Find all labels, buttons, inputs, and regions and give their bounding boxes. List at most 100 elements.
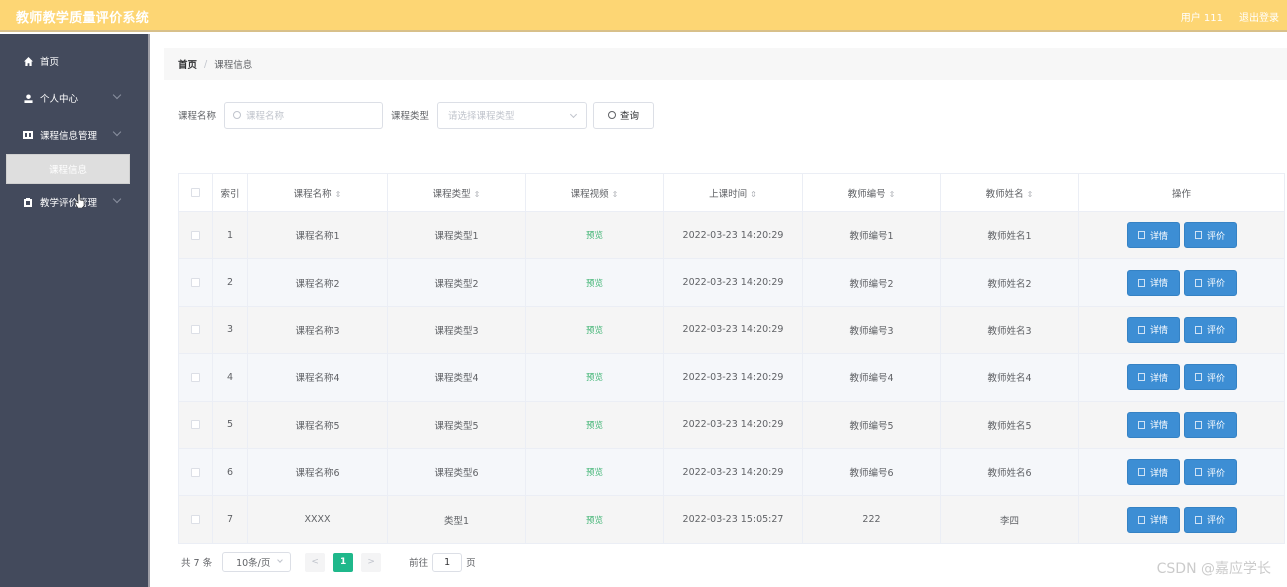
document-icon <box>1194 515 1202 524</box>
cell-course-video: 预览 <box>525 495 664 544</box>
preview-link[interactable]: 预览 <box>586 279 603 289</box>
column-header-actions: 操作 <box>1078 173 1285 212</box>
table-row: 2 课程名称2 课程类型2 预览 2022-03-23 14:20:29 教师编号2 教师姓… <box>178 258 1285 307</box>
evaluate-button[interactable]: 评价 <box>1183 316 1237 343</box>
breadcrumb-home[interactable]: 首页 <box>178 57 197 71</box>
sort-icon[interactable]: ⇕ <box>1027 190 1034 199</box>
preview-link[interactable]: 预览 <box>586 421 603 431</box>
row-checkbox[interactable] <box>191 230 200 240</box>
preview-link[interactable]: 预览 <box>586 516 603 526</box>
sort-icon[interactable]: ⇕ <box>750 190 757 199</box>
chevron-down-icon <box>112 127 122 137</box>
document-icon <box>1137 278 1145 287</box>
cell-teacher-name: 教师姓名3 <box>940 305 1079 355</box>
page-button-current[interactable]: 1 <box>333 552 354 572</box>
sort-icon[interactable]: ⇕ <box>335 190 342 199</box>
cell-course-video: 预览 <box>525 305 664 355</box>
course-type-select[interactable]: 请选择课程类型 <box>437 101 588 129</box>
course-name-input[interactable]: 课程名称 <box>224 101 384 129</box>
cell-teacher-no: 教师编号4 <box>802 353 941 402</box>
cell-class-time: 2022-03-23 14:20:29 <box>663 210 803 260</box>
sort-icon[interactable]: ⇕ <box>612 190 619 199</box>
query-button-label: 查询 <box>620 111 640 122</box>
evaluate-button[interactable]: 评价 <box>1183 459 1237 486</box>
detail-button[interactable]: 详情 <box>1126 459 1180 486</box>
document-icon <box>1137 468 1145 477</box>
cell-teacher-name: 教师姓名6 <box>940 447 1079 497</box>
cell-course-video: 预览 <box>525 210 664 260</box>
mouse-cursor-icon <box>75 194 85 208</box>
row-select-cell <box>178 495 213 544</box>
cell-course-video: 预览 <box>525 400 664 449</box>
row-checkbox[interactable] <box>191 325 200 335</box>
column-header-class-time[interactable]: 上课时间 ⇕ <box>663 173 803 212</box>
cell-class-time: 2022-03-23 14:20:29 <box>663 258 803 307</box>
preview-link[interactable]: 预览 <box>586 231 603 241</box>
detail-button[interactable]: 详情 <box>1126 364 1180 391</box>
course-name-label: 课程名称 <box>178 111 217 122</box>
column-header-teacher-name[interactable]: 教师姓名 ⇕ <box>940 173 1079 212</box>
sidebar-item-home[interactable]: 首页 <box>0 49 148 73</box>
sort-icon[interactable]: ⇕ <box>474 190 481 199</box>
column-header-course-name[interactable]: 课程名称 ⇕ <box>247 173 388 212</box>
course-type-label: 课程类型 <box>391 111 430 122</box>
breadcrumb: 首页 / 课程信息 <box>164 48 1287 80</box>
preview-link[interactable]: 预览 <box>586 468 603 478</box>
search-icon <box>608 111 617 119</box>
evaluate-button[interactable]: 评价 <box>1183 506 1237 533</box>
evaluate-button[interactable]: 评价 <box>1183 411 1237 438</box>
select-all-checkbox[interactable] <box>191 188 200 197</box>
cell-index: 7 <box>212 495 248 544</box>
row-checkbox[interactable] <box>191 420 200 430</box>
evaluation-icon <box>22 197 34 207</box>
cell-class-time: 2022-03-23 14:20:29 <box>663 447 803 497</box>
row-select-cell <box>178 305 213 355</box>
cell-course-type: 课程类型1 <box>387 210 526 260</box>
cell-actions: 详情 评价 <box>1078 495 1285 544</box>
row-checkbox[interactable] <box>191 372 200 382</box>
sidebar: 首页 个人中心 课程信息管理 课程信息 教学评价管理 <box>0 34 150 587</box>
column-header-index: 索引 <box>212 173 248 212</box>
cell-teacher-name: 李四 <box>940 495 1079 544</box>
prev-page-button[interactable]: < <box>305 552 326 572</box>
detail-button[interactable]: 详情 <box>1126 222 1180 249</box>
row-checkbox[interactable] <box>191 278 200 288</box>
logout-link[interactable]: 退出登录 <box>1239 9 1279 24</box>
detail-button[interactable]: 详情 <box>1126 411 1180 438</box>
sort-icon[interactable]: ⇕ <box>889 190 896 199</box>
detail-button[interactable]: 详情 <box>1126 316 1180 343</box>
goto-page-input[interactable]: 1 <box>432 552 463 572</box>
search-bar: 课程名称 课程名称 课程类型 请选择课程类型 查询 <box>178 101 655 129</box>
sidebar-item-course-management[interactable]: 课程信息管理 <box>0 123 148 147</box>
detail-button[interactable]: 详情 <box>1126 269 1180 296</box>
cell-class-time: 2022-03-23 14:20:29 <box>663 400 803 449</box>
cell-course-name: 课程名称1 <box>247 210 388 260</box>
cell-teacher-no: 教师编号6 <box>802 447 941 497</box>
column-header-course-video[interactable]: 课程视频 ⇕ <box>525 173 664 212</box>
evaluate-button[interactable]: 评价 <box>1183 364 1237 391</box>
cell-index: 2 <box>212 258 248 307</box>
cell-class-time: 2022-03-23 14:20:29 <box>663 305 803 355</box>
sidebar-item-evaluation-management[interactable]: 教学评价管理 <box>0 190 148 214</box>
row-checkbox[interactable] <box>191 467 200 477</box>
sidebar-item-personal-center[interactable]: 个人中心 <box>0 86 148 110</box>
course-icon <box>22 131 34 139</box>
evaluate-button[interactable]: 评价 <box>1183 269 1237 296</box>
preview-link[interactable]: 预览 <box>586 326 603 336</box>
query-button[interactable]: 查询 <box>593 101 655 129</box>
evaluate-button[interactable]: 评价 <box>1183 222 1237 249</box>
sidebar-subitem-course-info[interactable]: 课程信息 <box>6 154 130 184</box>
page-size-select[interactable]: 10条/页 <box>222 552 292 572</box>
next-page-button[interactable]: > <box>361 552 382 572</box>
detail-button[interactable]: 详情 <box>1126 506 1180 533</box>
column-header-course-type[interactable]: 课程类型 ⇕ <box>387 173 526 212</box>
cell-course-type: 课程类型2 <box>387 258 526 307</box>
row-select-cell <box>178 258 213 307</box>
row-checkbox[interactable] <box>191 515 200 525</box>
document-icon <box>1137 373 1145 382</box>
cell-actions: 详情 评价 <box>1078 258 1285 307</box>
preview-link[interactable]: 预览 <box>586 373 603 383</box>
column-header-teacher-no[interactable]: 教师编号 ⇕ <box>802 173 941 212</box>
cell-teacher-name: 教师姓名4 <box>940 353 1079 402</box>
user-label: 用户 111 <box>1180 13 1223 24</box>
